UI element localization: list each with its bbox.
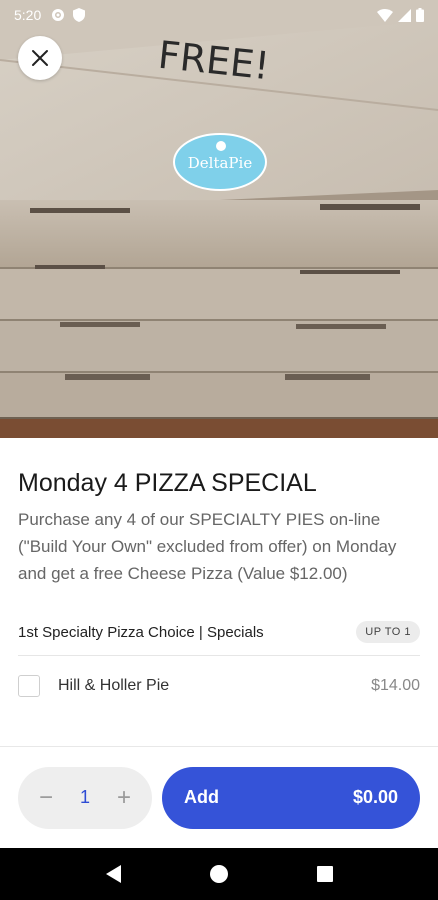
decrement-button[interactable]: − <box>34 785 58 810</box>
gear-icon <box>52 9 65 21</box>
add-to-cart-button[interactable]: Add $0.00 <box>162 766 420 829</box>
increment-button[interactable]: + <box>112 785 136 810</box>
svg-text:DeltaPie: DeltaPie <box>188 154 253 172</box>
close-button[interactable] <box>18 36 62 80</box>
system-nav-bar <box>0 848 438 900</box>
hero-image: FREE! DeltaPie <box>0 0 438 438</box>
item-details: Monday 4 PIZZA SPECIAL Purchase any 4 of… <box>0 438 438 716</box>
recents-icon[interactable] <box>316 865 334 883</box>
deltapie-logo: DeltaPie <box>173 133 267 191</box>
quantity-stepper: − 1 + <box>18 766 152 829</box>
option-group-header: 1st Specialty Pizza Choice | Specials UP… <box>18 621 420 656</box>
pizza-boxes-photo: FREE! DeltaPie <box>0 0 438 438</box>
bottom-action-bar: − 1 + Add $0.00 <box>0 746 438 848</box>
cell-signal-icon <box>398 8 411 22</box>
shield-icon <box>73 8 86 22</box>
close-icon <box>32 50 48 66</box>
quantity-value: 1 <box>79 787 90 807</box>
home-icon[interactable] <box>209 864 229 884</box>
option-row-hill-holler[interactable]: Hill & Holler Pie $14.00 <box>18 656 420 716</box>
option-label: Hill & Holler Pie <box>58 677 170 694</box>
battery-icon <box>416 8 424 22</box>
item-description: Purchase any 4 of our SPECIALTY PIES on-… <box>18 510 397 583</box>
option-price: $14.00 <box>371 677 420 694</box>
wifi-icon <box>377 8 393 22</box>
status-bar: 5:20 <box>0 0 438 30</box>
add-button-total: $0.00 <box>352 787 398 807</box>
option-checkbox[interactable] <box>18 675 40 697</box>
add-button-label: Add <box>184 787 219 807</box>
back-icon[interactable] <box>104 864 122 884</box>
status-time: 5:20 <box>14 7 42 23</box>
selection-limit-badge: UP TO 1 <box>356 621 420 643</box>
item-title: Monday 4 PIZZA SPECIAL <box>18 469 317 497</box>
option-group-title: 1st Specialty Pizza Choice | Specials <box>18 623 264 641</box>
